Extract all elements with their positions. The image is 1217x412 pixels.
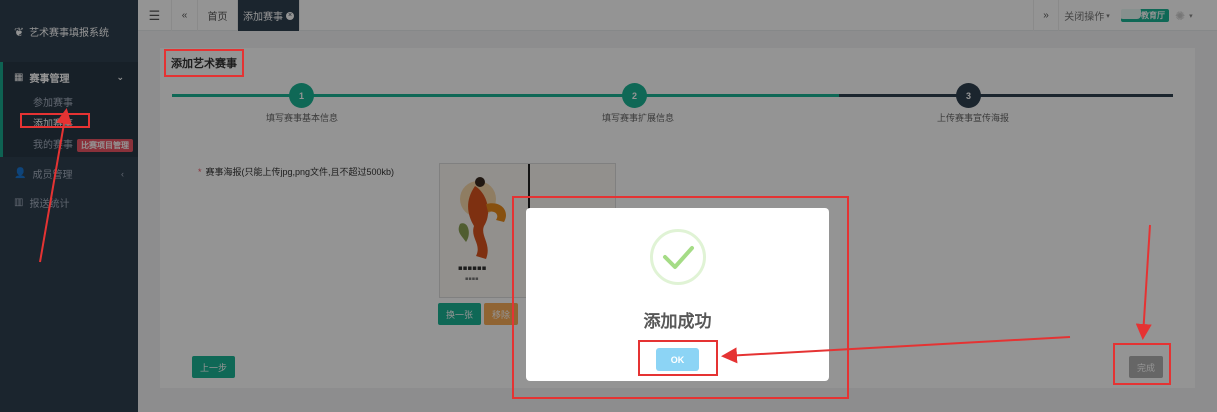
annotation-arrow-ok — [721, 336, 1071, 364]
annotation-arrow-finish — [1135, 224, 1152, 340]
annotation-arrow-sidebar — [39, 108, 72, 263]
annotation-arrows — [39, 108, 1152, 364]
